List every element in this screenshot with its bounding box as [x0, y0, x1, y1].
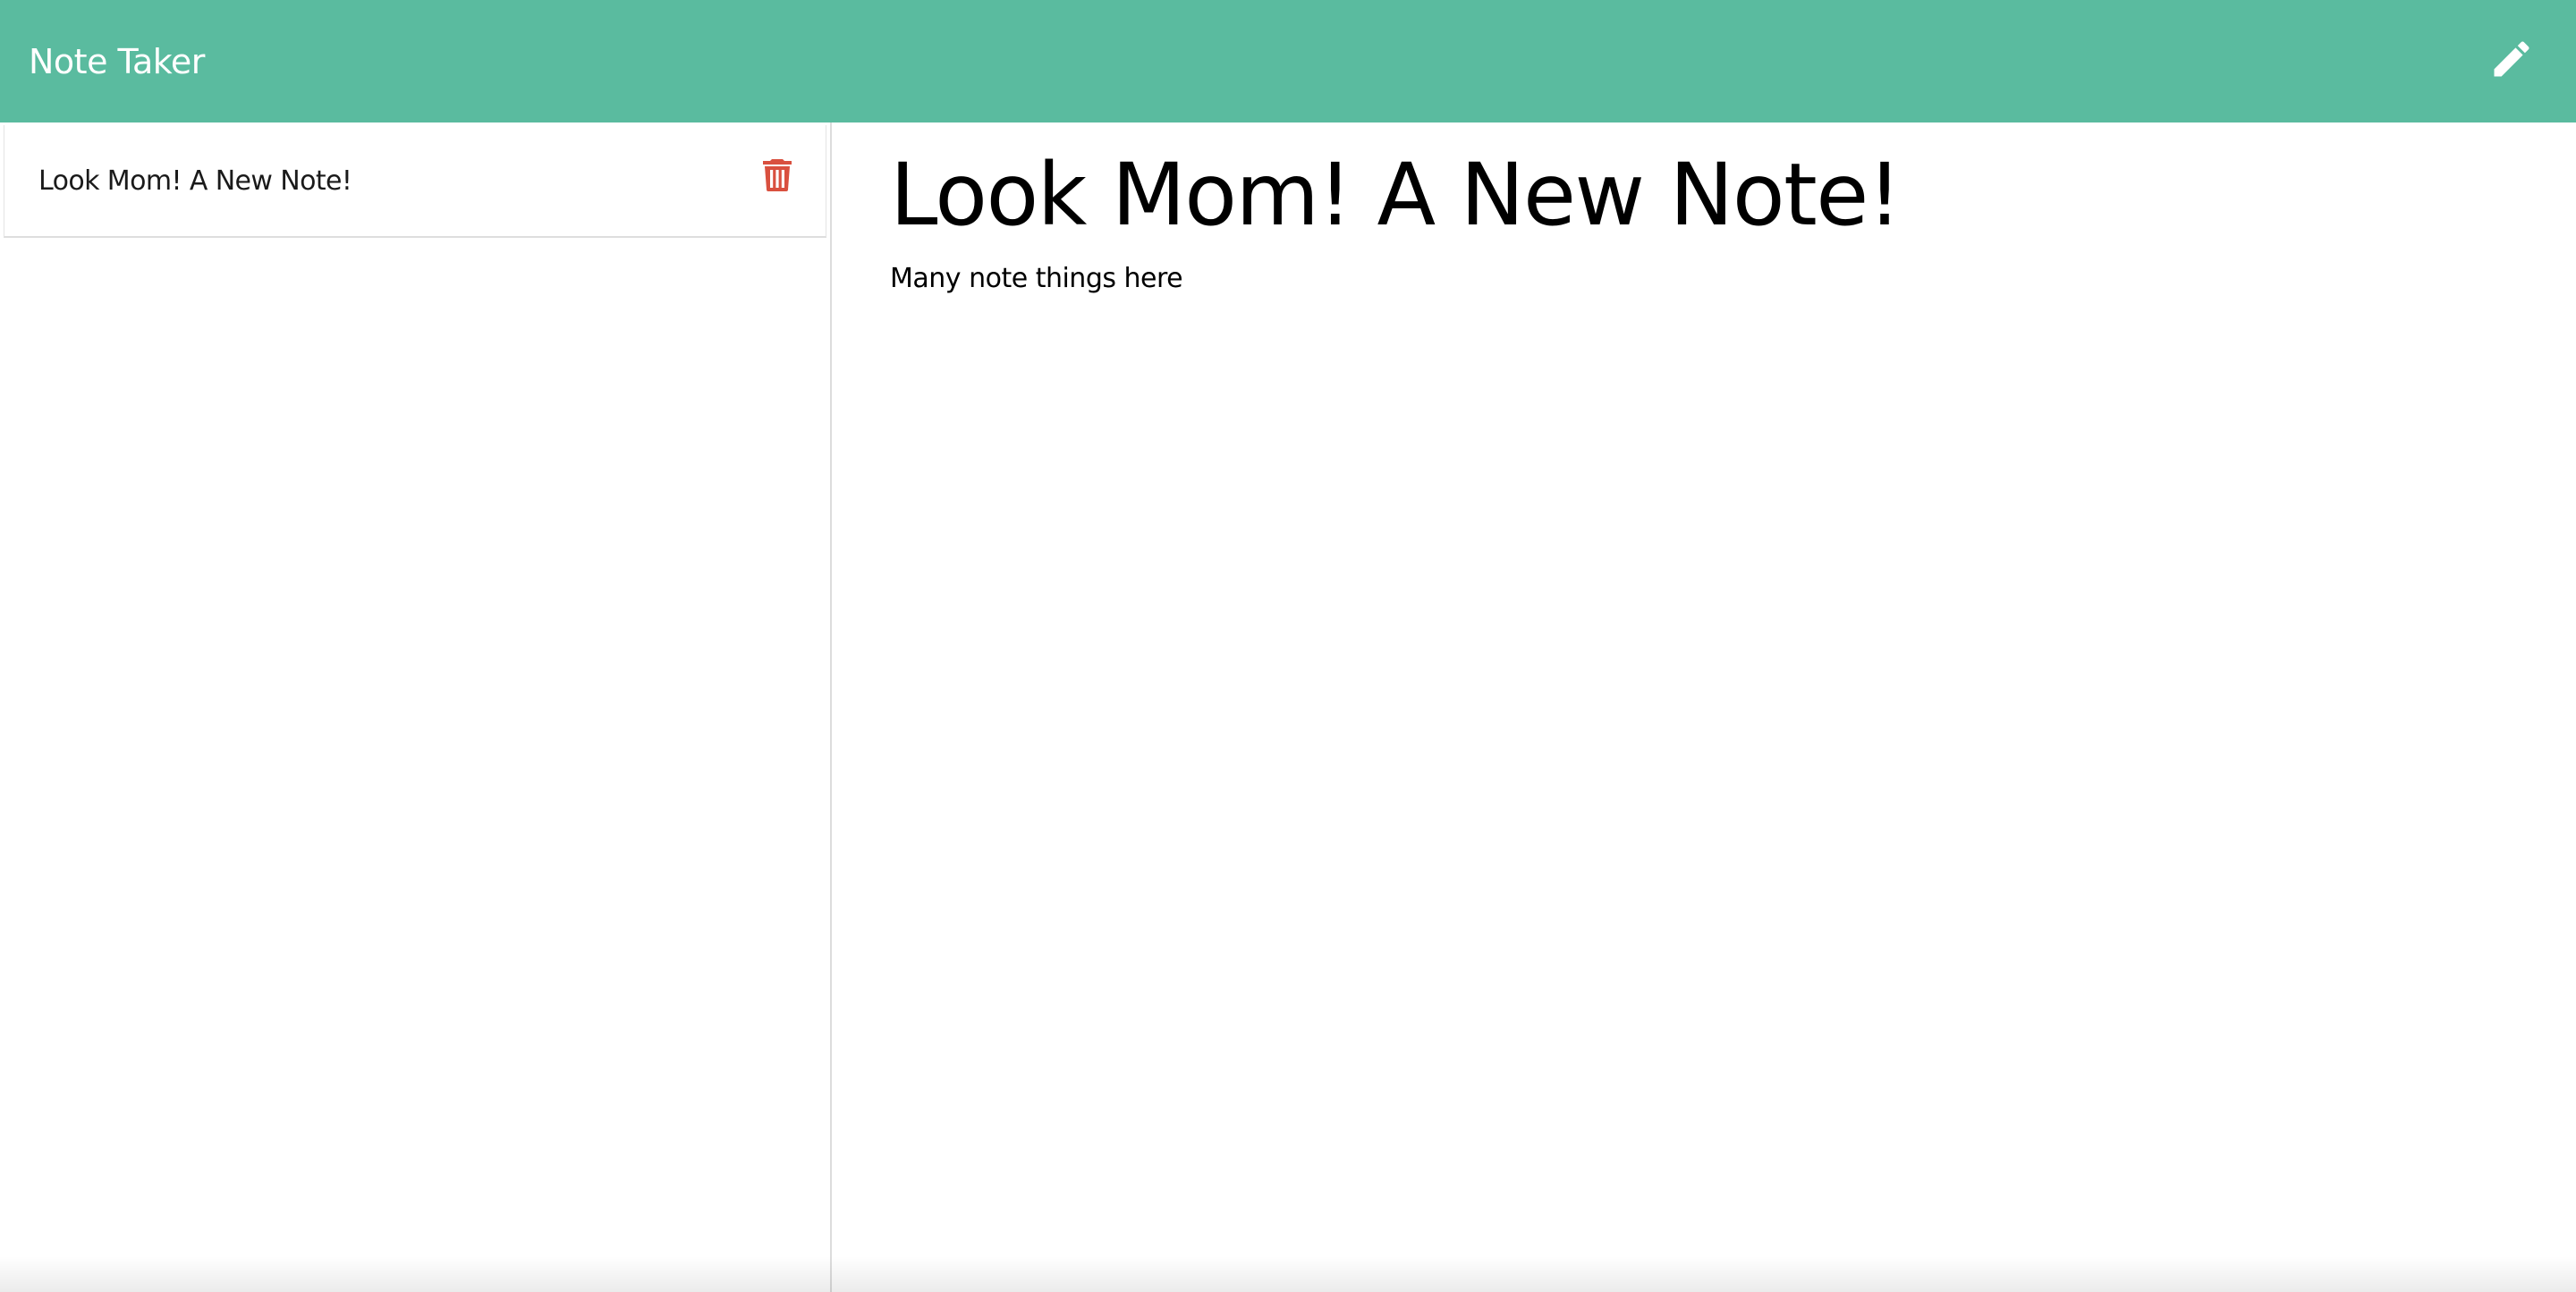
- navbar: Note Taker: [0, 0, 2576, 122]
- note-editor: Look Mom! A New Note! Many note things h…: [833, 122, 2576, 1292]
- note-list-item-title: Look Mom! A New Note!: [38, 165, 352, 197]
- note-list: Look Mom! A New Note!: [4, 125, 826, 238]
- note-textarea[interactable]: Many note things here: [890, 263, 2519, 294]
- new-note-button[interactable]: [2485, 35, 2538, 89]
- delete-note-button[interactable]: [761, 158, 793, 196]
- note-list-item[interactable]: Look Mom! A New Note!: [4, 125, 826, 238]
- note-list-sidebar: Look Mom! A New Note!: [0, 122, 832, 1292]
- brand-link[interactable]: Note Taker: [29, 42, 205, 81]
- note-title[interactable]: Look Mom! A New Note!: [890, 144, 2519, 247]
- pencil-icon: [2488, 36, 2535, 87]
- app-root: Note Taker Look Mom! A New Note! Look Mo…: [0, 0, 2576, 1292]
- trash-icon: [763, 158, 792, 196]
